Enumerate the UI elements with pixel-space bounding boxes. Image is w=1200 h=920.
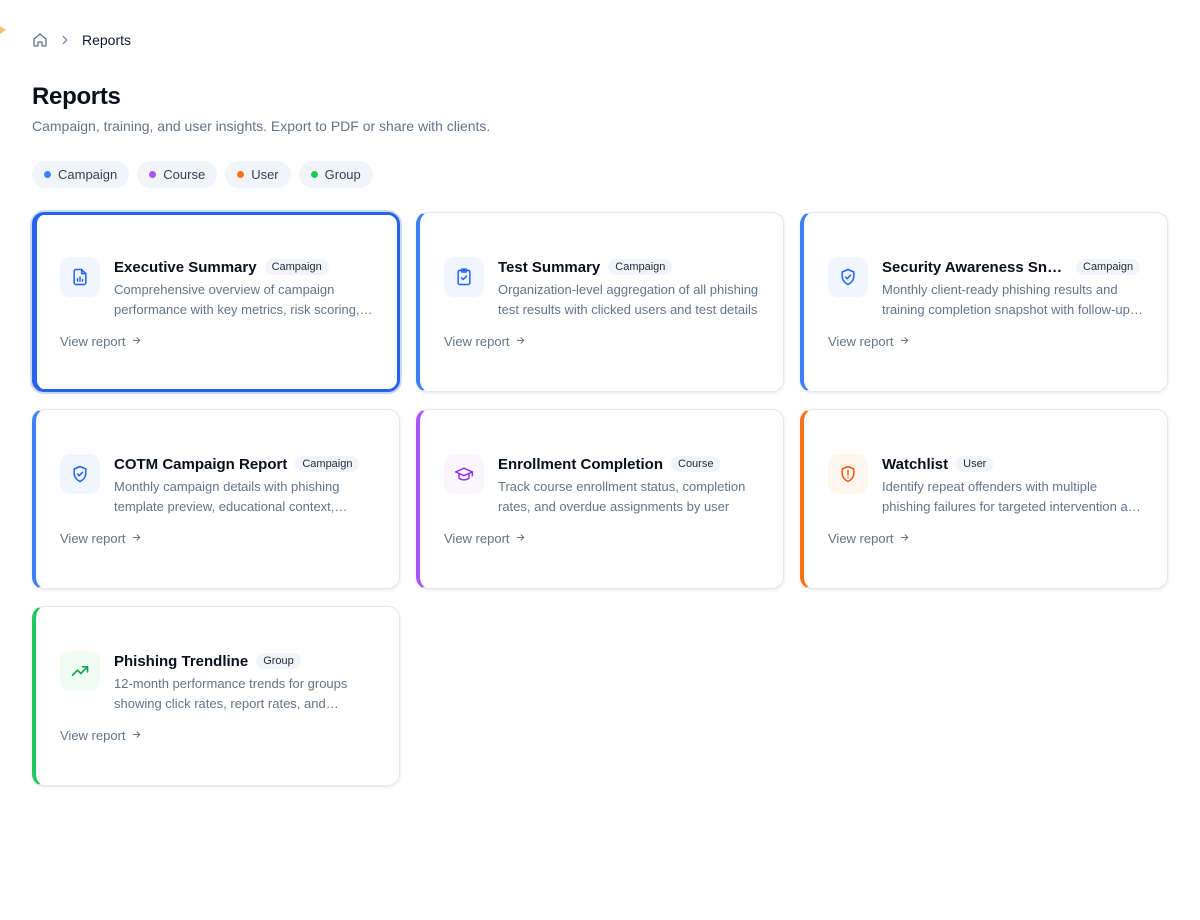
page-title: Reports (32, 83, 121, 110)
home-icon[interactable] (32, 32, 48, 48)
category-badge: User (956, 456, 994, 472)
view-report-label: View report (828, 531, 894, 546)
card-title: Phishing Trendline (114, 652, 249, 670)
filter-chip-label: Course (163, 167, 206, 182)
view-report-link[interactable]: View report (60, 728, 375, 743)
category-badge: Campaign (264, 259, 329, 275)
arrow-right-icon (131, 531, 142, 546)
card-description: Track course enrollment status, completi… (498, 479, 746, 514)
corner-indicator (0, 22, 6, 38)
view-report-label: View report (60, 334, 126, 349)
view-report-label: View report (444, 531, 510, 546)
report-grid: Executive Summary Campaign Comprehensive… (32, 212, 1168, 786)
filter-chip-group[interactable]: Group (298, 161, 373, 188)
shield-check-icon (828, 257, 868, 297)
view-report-link[interactable]: View report (444, 334, 759, 349)
card-description: Monthly client-ready phishing results an… (882, 282, 1130, 317)
shield-check-icon (60, 454, 100, 494)
view-report-label: View report (60, 728, 126, 743)
graduation-cap-icon (444, 454, 484, 494)
breadcrumb-current: Reports (82, 32, 132, 48)
card-title: Security Awareness Snapshot (882, 258, 1068, 276)
category-badge: Campaign (608, 259, 673, 275)
filter-chip-user[interactable]: User (225, 161, 291, 188)
report-card-test-summary[interactable]: Test Summary Campaign Organization-level… (416, 212, 784, 392)
card-title: Executive Summary (114, 258, 257, 276)
document-chart-icon (60, 257, 100, 297)
arrow-right-icon (899, 334, 910, 349)
view-report-link[interactable]: View report (444, 531, 759, 546)
group-dot (310, 171, 318, 178)
card-description: Monthly campaign details with phishing t… (114, 479, 340, 514)
card-description: 12-month performance trends for groups s… (114, 676, 348, 711)
view-report-label: View report (60, 531, 126, 546)
view-report-link[interactable]: View report (828, 334, 1143, 349)
category-filters: Campaign Course User Group (32, 161, 373, 188)
report-card-enrollment-completion[interactable]: Enrollment Completion Course Track cours… (416, 409, 784, 589)
report-card-phishing-trendline[interactable]: Phishing Trendline Group 12-month perfor… (32, 606, 400, 786)
card-description: Comprehensive overview of campaign perfo… (114, 282, 360, 317)
report-card-cotm-campaign-report[interactable]: COTM Campaign Report Campaign Monthly ca… (32, 409, 400, 589)
trending-up-icon (60, 651, 100, 691)
category-badge: Course (671, 456, 721, 472)
chevron-right-icon (58, 33, 72, 47)
arrow-right-icon (131, 334, 142, 349)
arrow-right-icon (899, 531, 910, 546)
card-title: Test Summary (498, 258, 601, 276)
view-report-link[interactable]: View report (828, 531, 1143, 546)
clipboard-check-icon (444, 257, 484, 297)
course-dot (149, 171, 157, 178)
card-title: COTM Campaign Report (114, 455, 288, 473)
filter-chip-course[interactable]: Course (137, 161, 218, 188)
category-badge: Campaign (295, 456, 360, 472)
report-card-executive-summary[interactable]: Executive Summary Campaign Comprehensive… (32, 212, 400, 392)
view-report-label: View report (828, 334, 894, 349)
filter-chip-campaign[interactable]: Campaign (32, 161, 130, 188)
shield-alert-icon (828, 454, 868, 494)
arrow-right-icon (515, 334, 526, 349)
filter-chip-label: Campaign (58, 167, 118, 182)
card-description: Identify repeat offenders with multiple … (882, 479, 1143, 514)
arrow-right-icon (131, 728, 142, 743)
filter-chip-label: User (251, 167, 279, 182)
view-report-label: View report (444, 334, 510, 349)
arrow-right-icon (515, 531, 526, 546)
campaign-dot (44, 171, 51, 178)
page-subtitle: Campaign, training, and user insights. E… (32, 118, 491, 134)
category-badge: Group (256, 653, 301, 669)
breadcrumb: Reports (32, 32, 131, 48)
view-report-link[interactable]: View report (60, 334, 375, 349)
user-dot (237, 171, 245, 178)
report-card-security-awareness-snapshot[interactable]: Security Awareness Snapshot Campaign Mon… (800, 212, 1168, 392)
card-title: Enrollment Completion (498, 455, 663, 473)
card-description: Organization-level aggregation of all ph… (498, 282, 759, 317)
category-badge: Campaign (1076, 259, 1141, 275)
filter-chip-label: Group (324, 167, 361, 182)
report-card-watchlist[interactable]: Watchlist User Identify repeat offenders… (800, 409, 1168, 589)
view-report-link[interactable]: View report (60, 531, 375, 546)
card-title: Watchlist (882, 455, 949, 473)
